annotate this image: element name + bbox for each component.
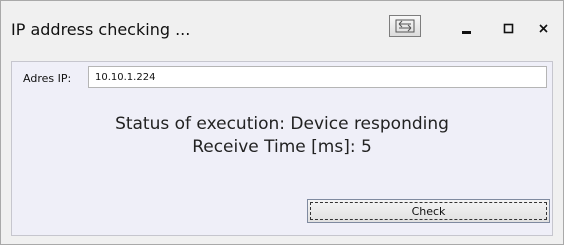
restore-window-icon xyxy=(395,19,415,33)
close-button[interactable] xyxy=(530,17,558,41)
check-button[interactable]: Check xyxy=(307,199,550,223)
title-bar[interactable]: IP address checking ... xyxy=(1,1,563,53)
restore-window-button[interactable] xyxy=(389,15,421,37)
ip-address-input[interactable] xyxy=(88,66,547,88)
close-icon xyxy=(539,24,548,33)
minimize-icon xyxy=(462,31,471,34)
window-title: IP address checking ... xyxy=(11,20,191,39)
execution-status-text: Status of execution: Device responding xyxy=(115,114,449,134)
minimize-button[interactable] xyxy=(453,17,481,41)
ip-address-label: Adres IP: xyxy=(23,72,72,85)
maximize-button[interactable] xyxy=(495,17,523,41)
receive-time-text: Receive Time [ms]: 5 xyxy=(192,137,372,157)
maximize-icon xyxy=(503,23,514,34)
dialog-window: IP address checking ... Adres IP: Statu xyxy=(0,0,564,245)
